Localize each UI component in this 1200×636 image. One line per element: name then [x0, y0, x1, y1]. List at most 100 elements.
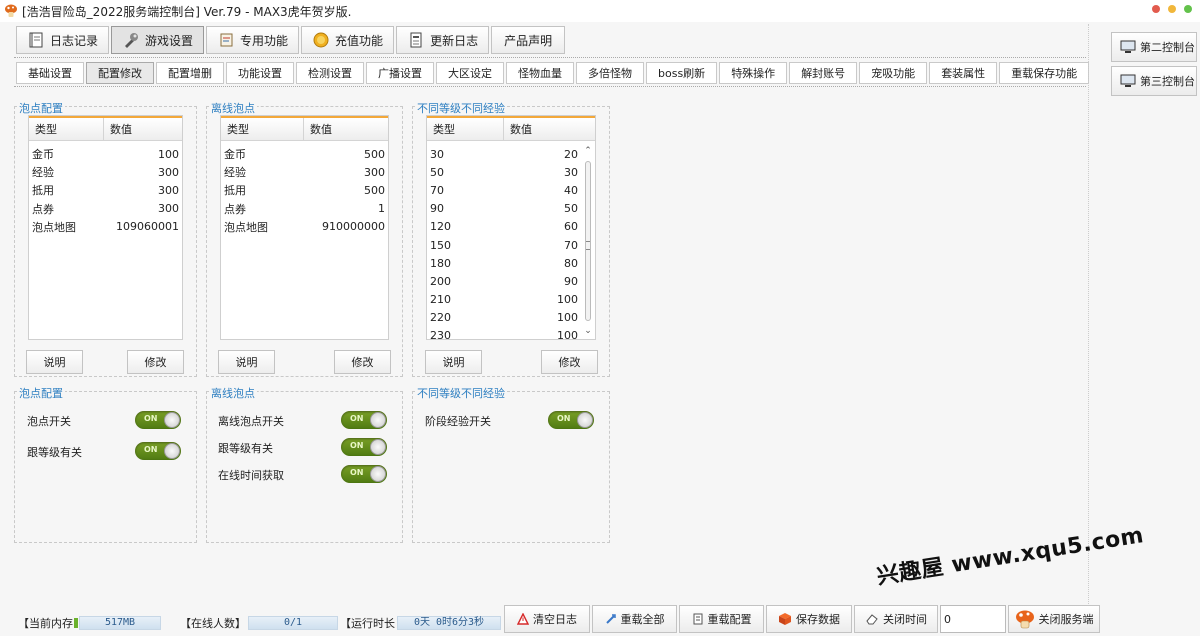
tab-recharge-label: 充值功能 [335, 33, 384, 48]
bubble-toggle[interactable]: ON [135, 411, 181, 429]
info-button[interactable]: 说明 [26, 350, 83, 374]
list-item[interactable]: 点券 1 [221, 200, 388, 218]
subtab-region-settings[interactable]: 大区设定 [436, 62, 504, 84]
subtab-basic-settings[interactable]: 基础设置 [16, 62, 84, 84]
list-item[interactable]: 泡点地图 109060001 [29, 218, 182, 236]
list-scrollbar[interactable]: ⌃ ⌄ [581, 143, 595, 339]
stage-exp-toggle[interactable]: ON [548, 411, 594, 429]
clear-log-button[interactable]: 清空日志 [504, 605, 590, 633]
tab-special-functions[interactable]: 专用功能 [206, 26, 300, 54]
close-window-icon[interactable] [1152, 5, 1160, 13]
tab-log[interactable]: 日志记录 [16, 26, 110, 54]
online-time-toggle[interactable]: ON [341, 465, 387, 483]
tab-game-settings[interactable]: 游戏设置 [111, 26, 205, 54]
subtab-pet-vacuum[interactable]: 宠吸功能 [859, 62, 928, 84]
panel-title: 不同等级不同经验 [415, 385, 507, 401]
list-item[interactable]: 220 100 [427, 309, 595, 327]
list-item[interactable]: 210 100 [427, 291, 595, 309]
document-icon [410, 32, 422, 48]
list-item[interactable]: 经验 300 [29, 163, 182, 181]
tab-product-statement[interactable]: 产品声明 [491, 26, 566, 54]
list-item[interactable]: 150 70 [427, 236, 595, 254]
modify-button[interactable]: 修改 [127, 350, 184, 374]
info-button[interactable]: 说明 [425, 350, 482, 374]
list-item[interactable]: 230 100 [427, 327, 595, 340]
column-header-value[interactable]: 数值 [103, 118, 182, 140]
item-type: 经验 [32, 166, 54, 180]
item-level: 230 [430, 329, 451, 340]
toggle-state: ON [350, 441, 364, 450]
column-header-value[interactable]: 数值 [303, 118, 388, 140]
item-type: 抵用 [224, 184, 246, 198]
close-time-input[interactable]: 0 [940, 605, 1006, 633]
item-type: 泡点地图 [224, 220, 268, 234]
column-header-type[interactable]: 类型 [221, 118, 303, 140]
subtab-config-add-remove[interactable]: 配置增删 [156, 62, 224, 84]
maximize-window-icon[interactable] [1184, 5, 1192, 13]
subtab-multiplier-monsters[interactable]: 多倍怪物 [576, 62, 644, 84]
toggle-label: 离线泡点开关 [218, 415, 284, 428]
close-time-button[interactable]: 关闭时间 [854, 605, 938, 633]
modify-button[interactable]: 修改 [541, 350, 598, 374]
close-time-label: 关闭时间 [883, 613, 927, 626]
list-item[interactable]: 70 40 [427, 181, 595, 199]
second-console-label: 第二控制台 [1140, 41, 1195, 54]
subtab-feature-settings[interactable]: 功能设置 [226, 62, 294, 84]
subtab-boss-refresh[interactable]: boss刷新 [646, 62, 718, 84]
chevron-down-icon[interactable]: ⌄ [584, 327, 592, 336]
subtab-broadcast-settings[interactable]: 广播设置 [366, 62, 434, 84]
item-value: 60 [564, 220, 578, 234]
save-data-button[interactable]: 保存数据 [766, 605, 852, 633]
toggle-knob [370, 466, 386, 482]
third-console-button[interactable]: 第三控制台 [1111, 66, 1197, 96]
modify-button[interactable]: 修改 [334, 350, 391, 374]
second-console-button[interactable]: 第二控制台 [1111, 32, 1197, 62]
level-related-toggle[interactable]: ON [341, 438, 387, 456]
column-header-value[interactable]: 数值 [503, 118, 581, 140]
list-item[interactable]: 30 20 [427, 145, 595, 163]
subtab-reload-save[interactable]: 重载保存功能 [999, 62, 1090, 84]
subtab-monster-hp[interactable]: 怪物血量 [506, 62, 574, 84]
item-value: 1 [378, 202, 385, 216]
list-item[interactable]: 120 60 [427, 218, 595, 236]
column-header-type[interactable]: 类型 [427, 118, 503, 140]
reload-all-button[interactable]: 重载全部 [592, 605, 677, 633]
column-header-type[interactable]: 类型 [29, 118, 103, 140]
reload-config-button[interactable]: 重载配置 [679, 605, 764, 633]
list-item[interactable]: 金币 500 [221, 145, 388, 163]
offline-bubble-list[interactable]: 类型 数值 金币 500 经验 300 抵用 500 点券 1 泡点地图 91000000… [220, 115, 389, 340]
subtab-detection-settings[interactable]: 检测设置 [296, 62, 364, 84]
info-button[interactable]: 说明 [218, 350, 275, 374]
list-item[interactable]: 抵用 300 [29, 181, 182, 199]
list-item[interactable]: 50 30 [427, 163, 595, 181]
item-level: 120 [430, 220, 451, 234]
item-level: 90 [430, 202, 444, 216]
level-related-toggle[interactable]: ON [135, 442, 181, 460]
list-item[interactable]: 180 80 [427, 254, 595, 272]
item-type: 经验 [224, 166, 246, 180]
list-item[interactable]: 抵用 500 [221, 181, 388, 199]
computer-icon [1120, 74, 1136, 87]
subtab-special-operations[interactable]: 特殊操作 [719, 62, 788, 84]
list-item[interactable]: 90 50 [427, 200, 595, 218]
tab-product-statement-label: 产品声明 [504, 33, 553, 48]
list-item[interactable]: 经验 300 [221, 163, 388, 181]
list-item[interactable]: 点券 300 [29, 200, 182, 218]
close-server-button[interactable]: 关闭服务端 [1008, 605, 1100, 633]
online-label: 【在线人数】 [180, 617, 246, 630]
tab-recharge[interactable]: 充值功能 [301, 26, 395, 54]
subtab-unban-account[interactable]: 解封账号 [789, 62, 858, 84]
offline-bubble-toggle[interactable]: ON [341, 411, 387, 429]
tab-changelog[interactable]: 更新日志 [396, 26, 490, 54]
item-value: 500 [364, 183, 385, 197]
subtab-set-attributes[interactable]: 套装属性 [929, 62, 998, 84]
bubble-config-list[interactable]: 类型 数值 金币 100 经验 300 抵用 300 点券 300 泡点地图 109060… [28, 115, 183, 340]
list-item[interactable]: 金币 100 [29, 145, 182, 163]
chevron-up-icon[interactable]: ⌃ [584, 147, 592, 156]
minimize-window-icon[interactable] [1168, 5, 1176, 13]
level-exp-list[interactable]: 类型 数值 30 20 50 30 70 40 90 50 120 60 150 70 18… [426, 115, 596, 340]
list-item[interactable]: 泡点地图 910000000 [221, 218, 388, 236]
coin-icon [313, 32, 329, 48]
list-item[interactable]: 200 90 [427, 272, 595, 290]
subtab-config-modify[interactable]: 配置修改 [86, 62, 154, 84]
